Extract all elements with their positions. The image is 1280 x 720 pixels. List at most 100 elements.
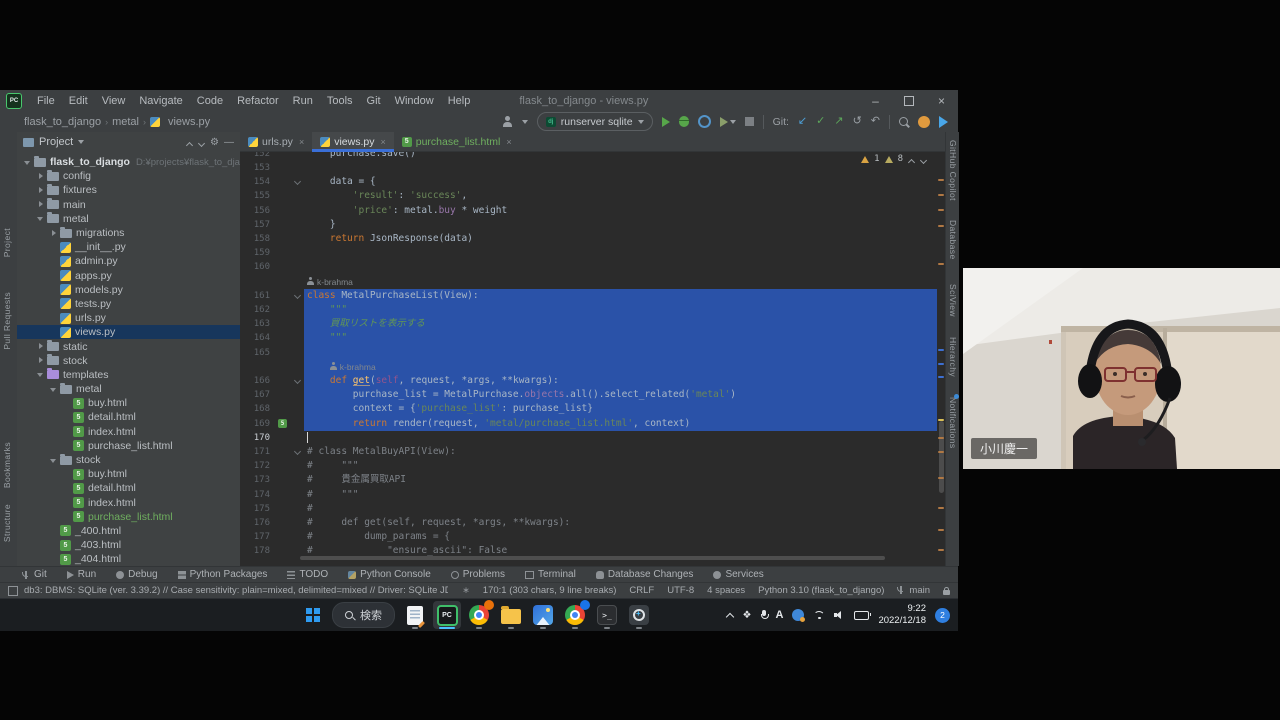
tool-stripe-notifications[interactable]: Notifications [948,397,958,449]
profiler-button[interactable] [698,115,711,128]
taskbar-app-chrome-orange[interactable] [465,601,493,629]
menu-help[interactable]: Help [441,95,478,107]
tree-item-index-html[interactable]: 5index.html [17,425,240,439]
tree-item-purchase_list-html[interactable]: 5purchase_list.html [17,510,240,524]
error-stripe-mark[interactable] [938,194,944,196]
toolwindow-services[interactable]: Services [713,569,763,580]
tree-item-config[interactable]: config [17,169,240,183]
tree-item-apps-py[interactable]: apps.py [17,269,240,283]
tray-overflow-icon[interactable] [726,611,734,619]
chevron-expanded-icon[interactable] [49,385,58,394]
fold-marker-icon[interactable] [294,448,301,455]
error-stripe-mark[interactable] [938,549,944,551]
menu-code[interactable]: Code [190,95,230,107]
tree-item-purchase_list-html[interactable]: 5purchase_list.html [17,439,240,453]
menu-file[interactable]: File [30,95,62,107]
tree-item-metal[interactable]: metal [17,212,240,226]
tree-item-_403-html[interactable]: 5_403.html [17,538,240,552]
code-author-inlay[interactable]: k-brahma [240,275,937,289]
tab-views-py[interactable]: views.py× [312,132,394,151]
coverage-button[interactable] [720,117,736,127]
tool-stripe-project[interactable]: Project [2,228,12,257]
git-rollback-button[interactable]: ↶ [871,116,880,127]
caret-position[interactable]: 170:1 (303 chars, 9 line breaks) [483,585,617,596]
chevron-collapsed-icon[interactable] [36,200,45,209]
tree-item-static[interactable]: static [17,339,240,353]
code-line[interactable]: 176# def get(self, request, *args, **kwa… [240,516,937,530]
tree-item-__init__-py[interactable]: __init__.py [17,240,240,254]
inspections-widget[interactable]: 1 8 [861,154,927,164]
tool-stripe-structure[interactable]: Structure [2,504,12,542]
error-stripe-mark[interactable] [938,263,944,265]
code-line[interactable]: 1695 return render(request, 'metal/purch… [240,417,937,431]
code-line[interactable]: 158 return JsonResponse(data) [240,232,937,246]
user-account-icon[interactable] [502,116,513,127]
error-stripe-mark[interactable] [938,376,944,378]
tree-item-buy-html[interactable]: 5buy.html [17,396,240,410]
menu-run[interactable]: Run [286,95,320,107]
fold-marker-icon[interactable] [294,292,301,299]
chevron-expanded-icon[interactable] [49,456,58,465]
code-line[interactable]: 171# class MetalBuyAPI(View): [240,445,937,459]
collapse-all-icon[interactable] [198,139,205,146]
stop-button[interactable] [745,117,754,126]
toolwindow-git[interactable]: Git [22,569,47,580]
wifi-icon[interactable] [813,611,825,620]
code-line[interactable]: 152 purchase.save() [240,151,937,161]
code-line[interactable]: 165 [240,346,937,360]
breadcrumb-item[interactable]: flask_to_django [24,116,101,128]
tree-item-tests-py[interactable]: tests.py [17,297,240,311]
tree-item-views-py[interactable]: views.py [17,325,240,339]
tree-item-metal[interactable]: metal [17,382,240,396]
tool-stripe-sciview[interactable]: SciView [948,284,958,317]
code-line[interactable]: 167 purchase_list = MetalPurchase.object… [240,388,937,402]
git-update-button[interactable]: ↙ [798,116,807,127]
code-line[interactable]: 172# """ [240,459,937,473]
chevron-expanded-icon[interactable] [23,158,32,167]
code-line[interactable]: 156 'price': metal.buy * weight [240,204,937,218]
code-line[interactable]: 157 } [240,218,937,232]
toolwindow-problems[interactable]: Problems [451,569,505,580]
debug-button[interactable] [679,116,689,127]
code-line[interactable]: 170 [240,431,937,445]
error-stripe-mark[interactable] [938,507,944,509]
microphone-icon[interactable] [761,610,767,620]
tree-item-_404-html[interactable]: 5_404.html [17,552,240,566]
breadcrumb-item[interactable]: views.py [168,116,210,128]
tool-stripe-bookmarks[interactable]: Bookmarks [2,442,12,488]
tree-item-templates[interactable]: templates [17,368,240,382]
git-push-button[interactable]: ↗ [834,116,843,127]
lock-icon[interactable] [943,590,950,595]
presence-icon[interactable] [792,609,804,621]
close-tab-icon[interactable]: × [506,137,511,147]
menu-view[interactable]: View [95,95,133,107]
error-stripe-mark[interactable] [938,363,944,365]
taskbar-clock[interactable]: 9:22 2022/12/18 [878,603,926,627]
run-button[interactable] [662,117,670,127]
ide-plugin-icon[interactable] [939,116,948,128]
code-line[interactable]: 177# dump_params = { [240,530,937,544]
menu-window[interactable]: Window [388,95,441,107]
dropbox-icon[interactable]: ❖ [743,610,752,621]
close-tab-icon[interactable]: × [299,137,304,147]
toolwindow-todo[interactable]: TODO [287,569,328,580]
code-line[interactable]: 160 [240,260,937,274]
taskbar-app-photos[interactable] [529,601,557,629]
tree-item-index-html[interactable]: 5index.html [17,496,240,510]
taskbar-search[interactable]: 検索 [332,602,395,628]
tree-item-stock[interactable]: stock [17,453,240,467]
code-line[interactable]: 159 [240,246,937,260]
error-stripe-mark[interactable] [938,529,944,531]
taskbar-app-explorer[interactable] [497,601,525,629]
tree-item-flask_to_django[interactable]: flask_to_djangoD:¥projects¥flask_to_djan… [17,155,240,169]
battery-icon[interactable] [854,611,869,620]
fold-marker-icon[interactable] [294,377,301,384]
ime-mode-indicator[interactable]: A [776,609,784,621]
chevron-expanded-icon[interactable] [36,214,45,223]
code-line[interactable]: 164 """ [240,331,937,345]
error-stripe-mark[interactable] [938,349,944,351]
code-line[interactable]: 174# """ [240,488,937,502]
tree-item-migrations[interactable]: migrations [17,226,240,240]
taskbar-app-pycharm[interactable]: PC [433,601,461,629]
code-line[interactable]: 175# [240,502,937,516]
